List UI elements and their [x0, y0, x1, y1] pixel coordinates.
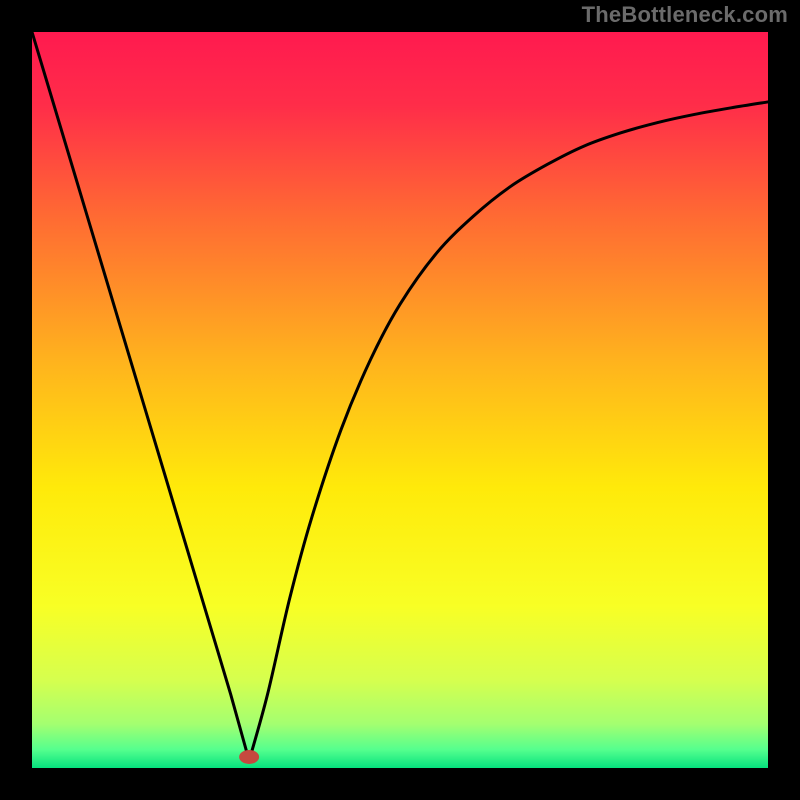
watermark-text: TheBottleneck.com	[582, 2, 788, 28]
chart-frame: TheBottleneck.com	[0, 0, 800, 800]
optimal-marker	[239, 750, 259, 764]
bottleneck-chart	[0, 0, 800, 800]
